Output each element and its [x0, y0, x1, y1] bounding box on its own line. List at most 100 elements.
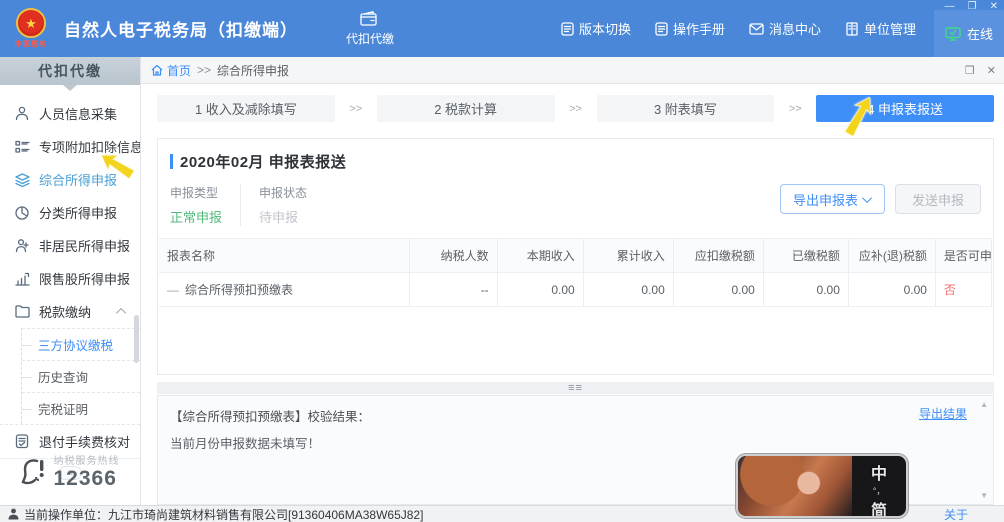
step-income-fill[interactable]: 1 收入及减除填写 — [157, 95, 335, 122]
inner-window-controls: ❐ ✕ — [965, 57, 996, 84]
col-current-income: 本期收入 — [497, 238, 584, 273]
tab-withholding[interactable]: 代扣代缴 — [346, 10, 395, 47]
app-window: ★ 中国税务 自然人电子税务局（扣缴端） 代扣代缴 版本切换 操作手册 消息中心… — [0, 0, 1004, 522]
drag-handle-icon: ≡≡ — [568, 382, 583, 394]
cell-paid-tax: 0.00 — [763, 272, 849, 307]
hotline-block: 纳税服务热线 12366 — [0, 452, 140, 491]
wizard-steps: 1 收入及减除填写 >> 2 税款计算 >> 3 附表填写 >> 4 申报表报送 — [141, 84, 1004, 134]
national-emblem-icon: ★ — [16, 8, 46, 38]
tax-bureau-logo: ★ 中国税务 — [8, 6, 54, 52]
sidebar-item-comprehensive-income[interactable]: 综合所得申报 — [0, 163, 140, 196]
sidebar-item-personnel-info[interactable]: 人员信息采集 — [0, 97, 140, 130]
breadcrumb-separator: >> — [197, 63, 212, 77]
sidebar-item-label: 人员信息采集 — [39, 107, 118, 122]
folder-icon — [14, 305, 30, 318]
person-icon — [15, 106, 29, 121]
sidebar-item-nonresident-income[interactable]: 非居民所得申报 — [0, 229, 140, 262]
hotline-icon — [20, 458, 44, 484]
export-result-link[interactable]: 导出结果 — [919, 405, 967, 422]
sidebar-scrollbar[interactable] — [134, 315, 139, 363]
home-icon — [151, 64, 163, 76]
about-link[interactable]: 关于 — [944, 506, 968, 522]
sidebar-item-restricted-shares[interactable]: 限售股所得申报 — [0, 262, 140, 295]
step-submit-return[interactable]: 4 申报表报送 — [816, 95, 994, 122]
validation-title: 【综合所得预扣预缴表】校验结果： — [170, 410, 371, 424]
col-withholding-tax: 应扣缴税额 — [673, 238, 764, 273]
sidebar-item-special-deduction[interactable]: 专项附加扣除信息采集 — [0, 130, 140, 163]
sidebar-item-tax-payment[interactable]: 税款缴纳 — [0, 295, 140, 328]
export-return-button[interactable]: 导出申报表 — [779, 184, 885, 214]
ime-punct-indicator[interactable]: °， — [873, 484, 886, 497]
action-buttons: 导出申报表 发送申报 — [779, 184, 981, 214]
sidebar-item-label: 限售股所得申报 — [39, 272, 131, 287]
step-separator: >> — [569, 102, 582, 115]
logo-caption: 中国税务 — [15, 41, 47, 48]
submenu-item-tripartite-agreement[interactable]: 三方协议缴税 — [22, 328, 140, 360]
declare-type-group: 申报类型 正常申报 — [170, 184, 240, 226]
step-separator: >> — [349, 102, 363, 115]
mail-icon — [749, 22, 764, 35]
col-report-name: 报表名称 — [159, 238, 410, 273]
validation-message: 当前月份申报数据未填写！ — [170, 437, 321, 451]
ime-charset-indicator[interactable]: 简 — [871, 497, 887, 516]
sidebar-item-label: 退付手续费核对 — [39, 435, 131, 450]
submenu-item-tax-certificate[interactable]: 完税证明 — [22, 392, 140, 424]
online-status-label: 在线 — [966, 27, 993, 42]
panel-splitter[interactable]: ≡≡ — [157, 382, 994, 394]
declare-type-label: 申报类型 — [170, 186, 219, 200]
submenu-item-history-query[interactable]: 历史查询 — [22, 360, 140, 392]
report-name: 综合所得预扣预缴表 — [185, 283, 294, 297]
sidebar-item-label: 综合所得申报 — [39, 173, 118, 188]
sidebar-item-label: 分类所得申报 — [39, 206, 118, 221]
col-paid-tax: 已缴税额 — [763, 238, 849, 273]
ime-lang-indicator[interactable]: 中 — [871, 460, 887, 484]
hotline-number: 12366 — [53, 467, 117, 490]
send-declaration-button[interactable]: 发送申报 — [894, 184, 981, 214]
cell-cumulative-income: 0.00 — [583, 272, 674, 307]
menu-unit-management[interactable]: 单位管理 — [845, 19, 916, 38]
close-icon[interactable]: ✕ — [990, 1, 998, 13]
sidebar-item-classified-income[interactable]: 分类所得申报 — [0, 196, 140, 229]
table-row[interactable]: — 综合所得预扣预缴表 -- 0.00 0.00 0.00 0.00 0.00 否 — [159, 272, 993, 307]
current-unit-label: 当前操作单位：九江市琦尚建筑材料销售有限公司[91360406MA38W65J8… — [24, 507, 424, 522]
declare-status-label: 申报状态 — [259, 186, 308, 200]
breadcrumb-home[interactable]: 首页 — [151, 62, 191, 79]
person-outline-icon — [15, 239, 29, 253]
online-status-button[interactable]: 在线 — [934, 10, 1004, 57]
col-refund-tax: 应补(退)税额 — [848, 238, 936, 273]
collapse-row-icon[interactable]: — — [167, 283, 179, 297]
header-menu: 版本切换 操作手册 消息中心 单位管理 — [561, 19, 916, 38]
sidebar-menu: 人员信息采集 专项附加扣除信息采集 综合所得申报 分类所得申报 非居民所得申报 — [0, 85, 140, 505]
close-tab-icon[interactable]: ✕ — [987, 64, 996, 77]
period-title: 2020年02月 申报表报送 — [180, 154, 347, 171]
step-separator: >> — [788, 102, 802, 115]
breadcrumb-current: 综合所得申报 — [217, 63, 290, 78]
breadcrumb-home-label: 首页 — [167, 63, 192, 78]
scroll-up-icon[interactable]: ▲ — [980, 400, 988, 409]
sidebar-item-label: 税款缴纳 — [39, 305, 92, 320]
document-check-icon — [15, 434, 29, 449]
minimize-icon[interactable]: — — [945, 1, 955, 13]
tax-payment-submenu: 三方协议缴税 历史查询 完税证明 — [21, 328, 140, 424]
app-title: 自然人电子税务局（扣缴端） — [64, 21, 298, 40]
maximize-icon[interactable]: ❐ — [968, 1, 977, 13]
col-cumulative-income: 累计收入 — [583, 238, 674, 273]
declare-status-group: 申报状态 待申报 — [240, 184, 325, 226]
col-taxpayer-count: 纳税人数 — [409, 238, 498, 273]
menu-manual[interactable]: 操作手册 — [655, 19, 725, 38]
menu-message-center[interactable]: 消息中心 — [749, 19, 821, 38]
scroll-down-icon[interactable]: ▼ — [980, 491, 988, 500]
step-attached-forms[interactable]: 3 附表填写 — [596, 95, 775, 122]
ime-toolbar[interactable]: 中 °， 简 — [736, 454, 908, 518]
declare-type-value[interactable]: 正常申报 — [170, 207, 222, 226]
wallet-icon — [360, 10, 377, 26]
tab-withholding-label: 代扣代缴 — [346, 31, 395, 46]
menu-version-switch[interactable]: 版本切换 — [561, 19, 631, 38]
ime-status-column: 中 °， 简 — [852, 456, 906, 516]
col-declarable: 是否可申... — [935, 238, 993, 273]
step-tax-calc[interactable]: 2 税款计算 — [376, 95, 555, 122]
breadcrumb: 首页 >> 综合所得申报 ❐ ✕ — [141, 57, 1004, 84]
menu-manual-label: 操作手册 — [672, 22, 725, 37]
declare-status-value: 待申报 — [259, 210, 299, 225]
restore-icon[interactable]: ❐ — [965, 64, 975, 77]
